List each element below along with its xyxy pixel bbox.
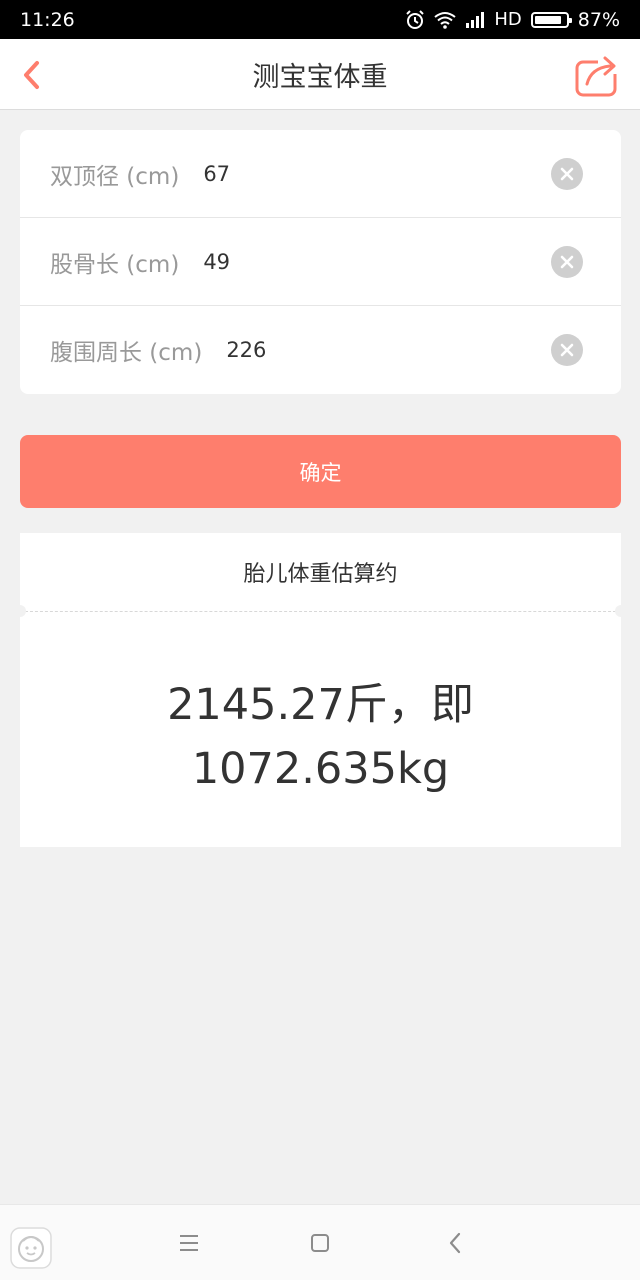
wifi-icon xyxy=(434,11,456,29)
abdominal-circumference-field[interactable]: 腹围周长 (cm) 226 xyxy=(20,306,621,394)
card-notch-right xyxy=(615,605,627,617)
status-icons: HD 87% xyxy=(405,9,620,31)
femur-length-field[interactable]: 股骨长 (cm) 49 xyxy=(20,218,621,306)
bpd-field[interactable]: 双顶径 (cm) 67 xyxy=(20,130,621,218)
status-time: 11:26 xyxy=(20,8,75,31)
share-button[interactable] xyxy=(574,52,622,98)
femur-length-label: 股骨长 (cm) xyxy=(50,251,180,278)
abdominal-circumference-value[interactable]: 226 xyxy=(226,338,266,362)
close-icon xyxy=(560,343,574,357)
app-logo-icon[interactable] xyxy=(10,1227,52,1269)
nav-bar: 测宝宝体重 xyxy=(0,39,640,110)
signal-icon xyxy=(466,11,485,28)
result-card: 胎儿体重估算约 2145.27斤，即 1072.635kg xyxy=(14,533,627,847)
result-value: 2145.27斤，即 1072.635kg xyxy=(20,673,621,801)
network-type: HD xyxy=(494,9,522,30)
bpd-label: 双顶径 (cm) xyxy=(50,163,180,190)
confirm-button[interactable]: 确定 xyxy=(20,435,621,508)
clear-abdominal-circumference-button[interactable] xyxy=(551,334,583,366)
battery-fill xyxy=(534,15,561,24)
menu-icon xyxy=(180,1235,198,1251)
result-divider xyxy=(20,611,621,612)
menu-button[interactable] xyxy=(175,1229,203,1257)
measurement-form: 双顶径 (cm) 67 股骨长 (cm) 49 腹围周长 (cm) 226 xyxy=(20,130,621,394)
alarm-icon xyxy=(406,9,425,29)
result-line-kg: 1072.635kg xyxy=(191,744,450,794)
result-line-jin: 2145.27斤，即 xyxy=(167,680,474,730)
femur-length-value[interactable]: 49 xyxy=(203,250,230,274)
home-icon xyxy=(311,1234,329,1252)
back-arrow-icon xyxy=(449,1232,461,1254)
abdominal-circumference-label: 腹围周长 (cm) xyxy=(50,340,203,366)
card-notch-left xyxy=(14,605,26,617)
battery-percent: 87% xyxy=(577,8,620,31)
close-icon xyxy=(560,255,574,268)
status-bar: 11:26 HD 87% xyxy=(0,0,640,39)
system-back-button[interactable] xyxy=(441,1229,469,1257)
clear-femur-length-button[interactable] xyxy=(551,245,583,278)
result-header: 胎儿体重估算约 xyxy=(243,562,398,587)
home-button[interactable] xyxy=(306,1229,334,1257)
battery-icon xyxy=(530,11,572,28)
bpd-value[interactable]: 67 xyxy=(203,162,230,186)
share-icon xyxy=(575,54,622,97)
close-icon xyxy=(560,167,574,180)
system-nav-bar xyxy=(0,1204,640,1280)
clear-bpd-button[interactable] xyxy=(551,157,583,190)
page-title: 测宝宝体重 xyxy=(252,62,388,93)
